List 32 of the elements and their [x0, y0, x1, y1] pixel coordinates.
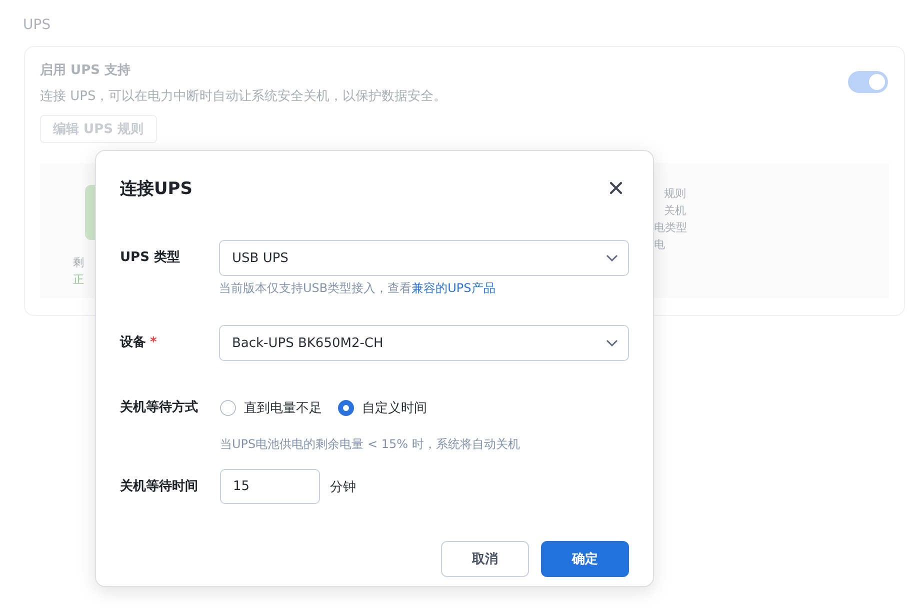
- radio-label[interactable]: 自定义时间: [362, 399, 427, 417]
- card-description: 连接 UPS，可以在电力中断时自动让系统安全关机，以保护数据安全。: [40, 88, 447, 105]
- select-field[interactable]: Back-UPS BK650M2-CH: [219, 325, 629, 361]
- required-mark: *: [150, 335, 157, 350]
- close-icon[interactable]: [610, 182, 622, 194]
- stat-label: 剩: [73, 255, 84, 271]
- radio-button[interactable]: [338, 400, 354, 416]
- hint-text: 当前版本仅支持USB类型接入，查看兼容的UPS产品: [219, 280, 496, 296]
- status-text: 正: [73, 272, 84, 288]
- stat-text: 电类型: [654, 220, 688, 236]
- field-label: 关机等待时间: [120, 479, 198, 494]
- unit-label: 分钟: [330, 478, 356, 496]
- dialog-title: 连接UPS: [120, 178, 193, 200]
- stat-text: 关机: [663, 203, 687, 219]
- cancel-button[interactable]: 取消: [441, 541, 529, 577]
- stat-text: 规则: [663, 186, 687, 202]
- chevron-down-icon: [606, 339, 618, 347]
- radio-label[interactable]: 直到电量不足: [244, 399, 322, 417]
- section-title: UPS: [23, 17, 51, 33]
- stat-text: 电: [654, 237, 666, 253]
- field-label: UPS 类型: [120, 250, 180, 265]
- card-title: 启用 UPS 支持: [40, 62, 132, 79]
- enable-toggle[interactable]: [848, 71, 888, 93]
- field-label: 设备: [120, 335, 146, 350]
- confirm-button[interactable]: 确定: [541, 541, 629, 577]
- radio-button[interactable]: [220, 400, 236, 416]
- select-field[interactable]: USB UPS: [219, 240, 629, 276]
- field-label: 关机等待方式: [120, 400, 198, 415]
- compatible-link[interactable]: 兼容的UPS产品: [412, 281, 496, 295]
- hint-text: 当UPS电池供电的剩余电量 < 15% 时，系统将自动关机: [220, 436, 520, 452]
- chevron-down-icon: [606, 254, 618, 262]
- minutes-input[interactable]: 15: [220, 469, 320, 504]
